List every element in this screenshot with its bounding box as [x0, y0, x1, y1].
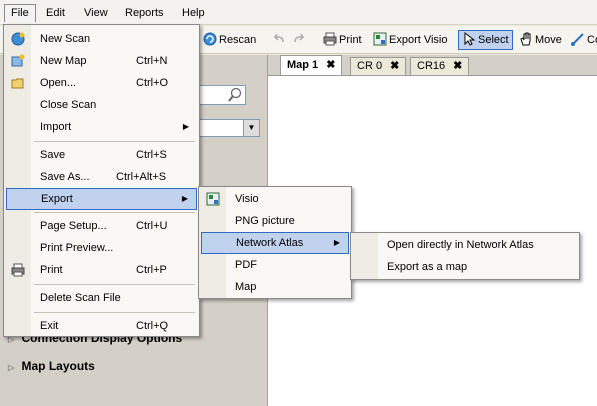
cursor-icon [462, 31, 476, 46]
select-button[interactable]: Select [458, 30, 513, 50]
menu-item-network-atlas[interactable]: Network Atlas ▶ [201, 232, 349, 254]
printer-icon [323, 32, 337, 46]
submenu-arrow-icon: ▶ [181, 194, 188, 203]
menu-item-export-as-map[interactable]: Export as a map [353, 256, 577, 278]
menu-separator [34, 312, 195, 313]
menu-item-export[interactable]: Export ▶ [6, 188, 197, 210]
export-submenu: Visio PNG picture Network Atlas ▶ PDF Ma… [198, 186, 352, 299]
tab-cr16[interactable]: CR16 ✖ [410, 57, 470, 76]
connect-button[interactable]: Co [568, 30, 597, 50]
redo-icon [293, 32, 307, 46]
connect-label: Co [587, 34, 597, 46]
menu-separator [34, 212, 195, 213]
menu-help[interactable]: Help [176, 4, 211, 22]
file-menu: New Scan New Map Ctrl+N Open... Ctrl+O C… [3, 24, 200, 337]
rescan-icon [203, 32, 217, 46]
network-atlas-submenu: Open directly in Network Atlas Export as… [350, 232, 580, 280]
move-button[interactable]: Move [516, 30, 565, 50]
menu-separator [34, 141, 195, 142]
new-map-icon [11, 54, 25, 68]
menu-item-open[interactable]: Open... Ctrl+O [6, 72, 197, 94]
menu-item-pdf[interactable]: PDF [201, 254, 349, 276]
document-tabs: Map 1 ✖ CR 0 ✖ CR16 ✖ [268, 55, 597, 76]
menu-file[interactable]: File [4, 4, 36, 22]
tab-cr-0[interactable]: CR 0 ✖ [350, 57, 407, 76]
printer-icon [11, 263, 25, 277]
redo-button[interactable] [290, 30, 312, 50]
menu-item-print-preview[interactable]: Print Preview... [6, 237, 197, 259]
close-icon[interactable]: ✖ [453, 60, 462, 72]
rescan-button[interactable]: Rescan [200, 30, 259, 50]
export-visio-button[interactable]: Export Visio [370, 30, 451, 50]
menu-item-page-setup[interactable]: Page Setup... Ctrl+U [6, 215, 197, 237]
menu-item-save-as[interactable]: Save As... Ctrl+Alt+S [6, 166, 197, 188]
menu-reports[interactable]: Reports [119, 4, 170, 22]
menu-item-visio[interactable]: Visio [201, 188, 349, 210]
menu-bar: File Edit View Reports Help [0, 0, 597, 25]
visio-icon [206, 192, 220, 206]
menu-item-print[interactable]: Print Ctrl+P [6, 259, 197, 281]
chevron-down-icon: ▼ [243, 120, 259, 136]
search-input[interactable] [196, 85, 246, 105]
export-visio-label: Export Visio [389, 34, 448, 46]
menu-item-delete-scan-file[interactable]: Delete Scan File [6, 287, 197, 309]
submenu-arrow-icon: ▶ [182, 122, 189, 131]
folder-icon [11, 76, 25, 90]
menu-item-map[interactable]: Map [201, 276, 349, 298]
undo-icon [271, 32, 285, 46]
tab-map-1[interactable]: Map 1 ✖ [280, 55, 343, 76]
hand-icon [519, 32, 533, 46]
menu-view[interactable]: View [78, 4, 114, 22]
menu-item-open-in-network-atlas[interactable]: Open directly in Network Atlas [353, 234, 577, 256]
new-scan-icon [11, 32, 25, 46]
menu-item-save[interactable]: Save Ctrl+S [6, 144, 197, 166]
menu-item-exit[interactable]: Exit Ctrl+Q [6, 315, 197, 337]
menu-item-import[interactable]: Import ▶ [6, 116, 197, 138]
visio-icon [373, 32, 387, 46]
menu-item-new-map[interactable]: New Map Ctrl+N [6, 50, 197, 72]
menu-item-close-scan[interactable]: Close Scan [6, 94, 197, 116]
expand-arrow-icon: ▷ [8, 363, 15, 372]
menu-edit[interactable]: Edit [40, 4, 71, 22]
filter-dropdown[interactable]: ▼ [196, 119, 260, 137]
menu-separator [34, 284, 195, 285]
close-icon[interactable]: ✖ [326, 59, 335, 71]
undo-button[interactable] [268, 30, 290, 50]
connect-icon [571, 32, 585, 46]
search-icon [227, 87, 243, 106]
submenu-arrow-icon: ▶ [333, 238, 340, 247]
select-label: Select [478, 34, 509, 46]
menu-item-png-picture[interactable]: PNG picture [201, 210, 349, 232]
rescan-label: Rescan [219, 34, 257, 46]
close-icon[interactable]: ✖ [390, 60, 399, 72]
print-label: Print [339, 34, 362, 46]
menu-item-new-scan[interactable]: New Scan [6, 28, 197, 50]
print-button[interactable]: Print [320, 30, 365, 50]
section-map-layouts[interactable]: ▷ Map Layouts [8, 359, 95, 373]
move-label: Move [535, 34, 562, 46]
